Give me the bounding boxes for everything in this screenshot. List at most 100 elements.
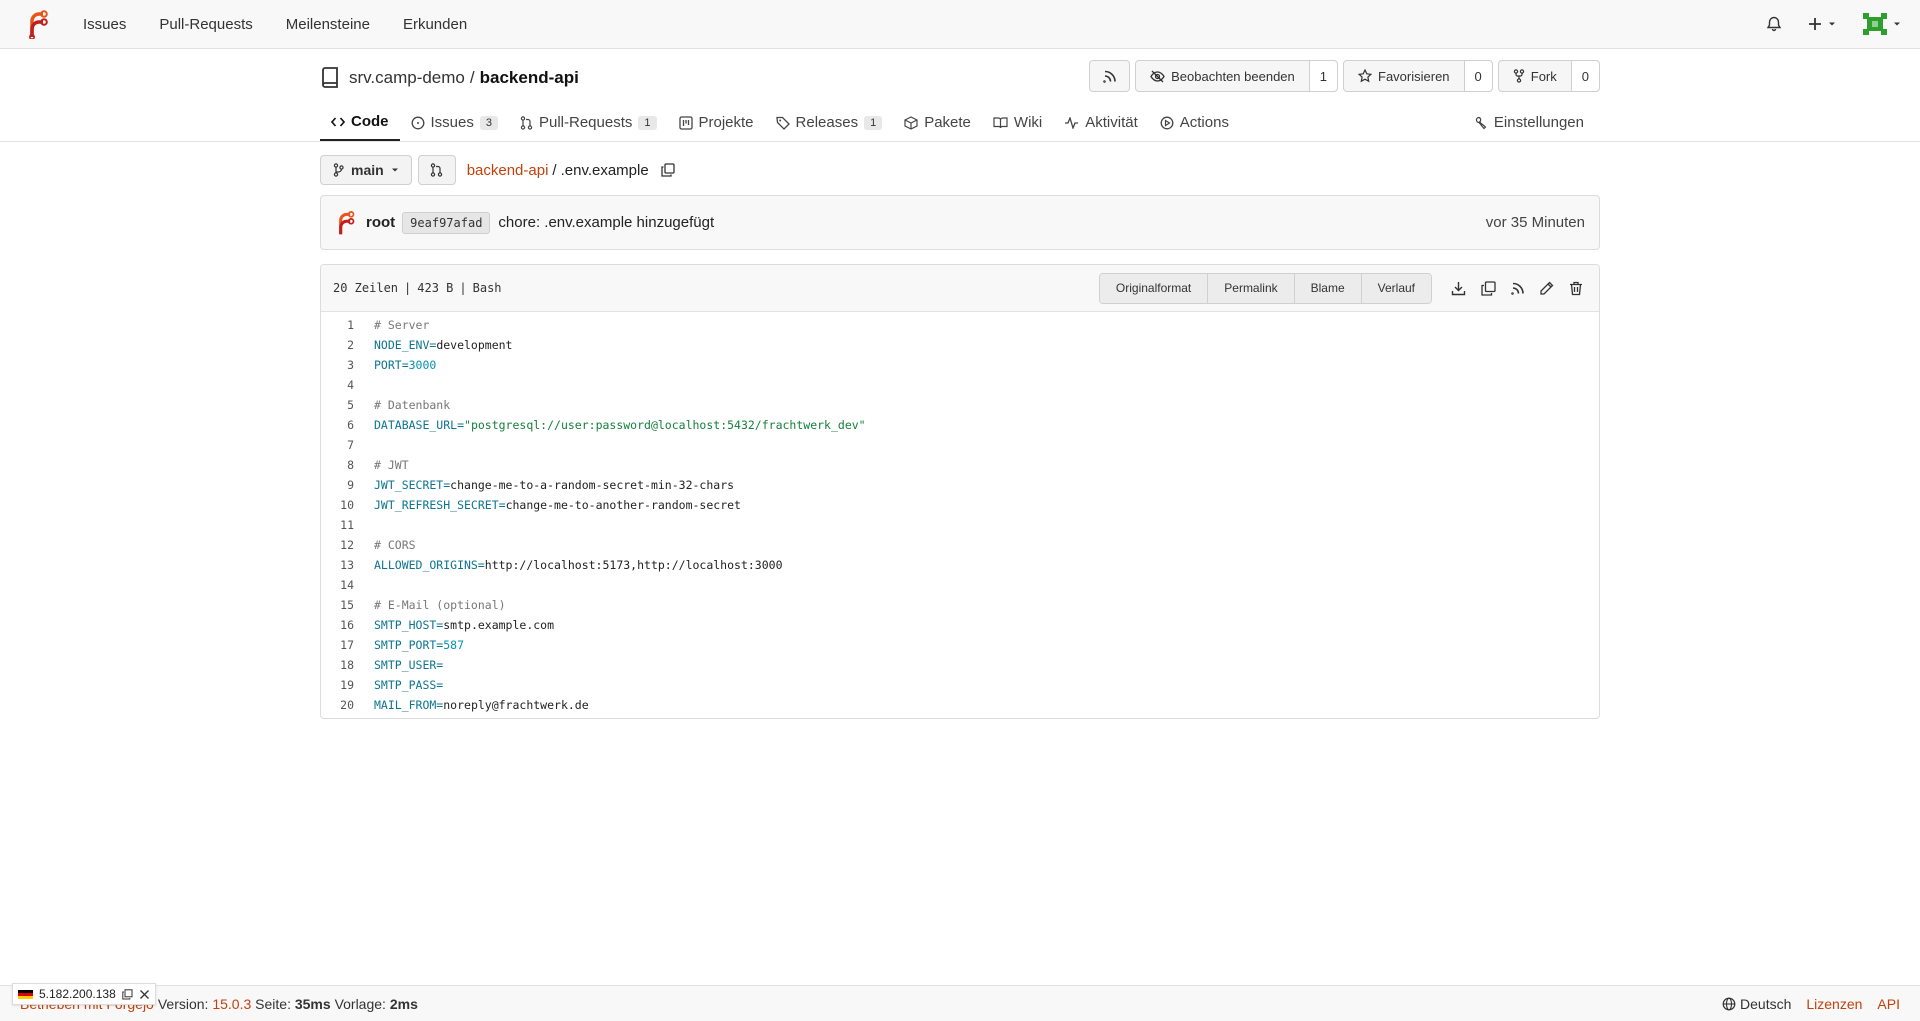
file-viewer: 20 Zeilen | 423 B | Bash Originalformat … — [320, 264, 1600, 719]
copy-path-icon[interactable] — [661, 163, 675, 177]
line-number[interactable]: 17 — [321, 638, 354, 652]
code-line: 9 JWT_SECRET=change-me-to-a-random-secret… — [321, 475, 1599, 495]
compare-button[interactable] — [417, 155, 456, 185]
line-number[interactable]: 11 — [321, 518, 354, 532]
code-line: 8 # JWT — [321, 455, 1599, 475]
nav-pull-requests[interactable]: Pull-Requests — [159, 16, 252, 33]
line-number[interactable]: 16 — [321, 618, 354, 632]
tab-wiki[interactable]: Wiki — [982, 104, 1053, 141]
line-code: # E-Mail (optional) — [374, 598, 506, 612]
line-code: # Datenbank — [374, 398, 451, 412]
raw-button[interactable]: Originalformat — [1099, 273, 1209, 303]
line-code: ALLOWED_ORIGINS=http://localhost:5173,ht… — [374, 558, 783, 572]
pulse-icon — [1065, 116, 1079, 129]
user-menu[interactable] — [1863, 13, 1902, 35]
file-header: 20 Zeilen | 423 B | Bash Originalformat … — [321, 265, 1599, 312]
repo-header: srv.camp-demo / backend-api Beobachten b… — [320, 49, 1600, 141]
project-icon — [678, 115, 693, 130]
line-number[interactable]: 1 — [321, 318, 354, 332]
download-icon[interactable] — [1451, 281, 1466, 296]
code-line: 17 SMTP_PORT=587 — [321, 635, 1599, 655]
line-number[interactable]: 12 — [321, 538, 354, 552]
copy-content-icon[interactable] — [1481, 280, 1496, 296]
create-new-menu[interactable] — [1808, 17, 1837, 31]
trash-icon[interactable] — [1569, 281, 1583, 296]
line-code: PORT=3000 — [374, 358, 437, 372]
tab-actions[interactable]: Actions — [1149, 104, 1240, 141]
licenses-link[interactable]: Lizenzen — [1806, 996, 1862, 1012]
line-code: # Server — [374, 318, 430, 332]
top-navbar: Issues Pull-Requests Meilensteine Erkund… — [0, 0, 1920, 49]
tab-projects[interactable]: Projekte — [668, 104, 765, 141]
history-button[interactable]: Verlauf — [1361, 273, 1431, 303]
commit-message[interactable]: chore: .env.example hinzugefügt — [498, 214, 714, 231]
line-code: NODE_ENV=development — [374, 338, 513, 352]
code-line: 20 MAIL_FROM=noreply@frachtwerk.de — [321, 695, 1599, 715]
line-number[interactable]: 7 — [321, 438, 354, 452]
api-link[interactable]: API — [1877, 996, 1900, 1012]
close-icon[interactable] — [139, 989, 150, 1000]
line-number[interactable]: 6 — [321, 418, 354, 432]
line-number[interactable]: 9 — [321, 478, 354, 492]
plus-icon — [1809, 18, 1821, 30]
star-count[interactable]: 0 — [1463, 61, 1492, 91]
rss-button[interactable] — [1089, 60, 1131, 92]
version-link[interactable]: 15.0.3 — [212, 996, 251, 1012]
language-selector[interactable]: Deutsch — [1722, 996, 1791, 1012]
line-code: DATABASE_URL="postgresql://user:password… — [374, 418, 866, 432]
author-avatar[interactable] — [335, 210, 357, 236]
line-number[interactable]: 4 — [321, 378, 354, 392]
line-number[interactable]: 20 — [321, 698, 354, 712]
commit-sha[interactable]: 9eaf97afad — [402, 211, 491, 234]
blame-button[interactable]: Blame — [1294, 273, 1362, 303]
line-number[interactable]: 2 — [321, 338, 354, 352]
play-circle-icon — [1160, 116, 1174, 129]
pull-request-icon — [520, 115, 533, 130]
bell-icon[interactable] — [1766, 16, 1782, 32]
issues-count-badge: 3 — [479, 115, 498, 130]
file-line-count: 20 Zeilen — [333, 281, 399, 295]
breadcrumb-repo-link[interactable]: backend-api — [467, 162, 549, 179]
tab-releases[interactable]: Releases 1 — [765, 104, 894, 141]
line-number[interactable]: 10 — [321, 498, 354, 512]
copy-icon[interactable] — [122, 988, 133, 1000]
line-number[interactable]: 18 — [321, 658, 354, 672]
rss-icon[interactable] — [1511, 282, 1524, 295]
forgejo-logo-icon[interactable] — [26, 9, 52, 39]
ip-address: 5.182.200.138 — [39, 987, 116, 1001]
tab-packages[interactable]: Pakete — [893, 104, 982, 141]
commit-author[interactable]: root — [366, 214, 395, 231]
repo-owner-link[interactable]: srv.camp-demo — [349, 68, 465, 88]
repo-name-link[interactable]: backend-api — [480, 68, 579, 88]
edit-pencil-icon[interactable] — [1539, 281, 1554, 296]
tab-activity[interactable]: Aktivität — [1053, 104, 1149, 141]
line-number[interactable]: 15 — [321, 598, 354, 612]
tab-settings[interactable]: Einstellungen — [1475, 104, 1584, 141]
line-number[interactable]: 19 — [321, 678, 354, 692]
eye-slash-icon — [1150, 70, 1165, 82]
line-number[interactable]: 8 — [321, 458, 354, 472]
line-number[interactable]: 3 — [321, 358, 354, 372]
line-number[interactable]: 5 — [321, 398, 354, 412]
tab-pull-requests[interactable]: Pull-Requests 1 — [509, 104, 668, 141]
main-content: main backend-api / .env.example root 9ea… — [320, 155, 1600, 719]
unwatch-button[interactable]: Beobachten beenden 1 — [1135, 60, 1338, 92]
nav-milestones[interactable]: Meilensteine — [286, 16, 370, 33]
line-number[interactable]: 13 — [321, 558, 354, 572]
page-footer: Betrieben mit Forgejo Version: 15.0.3 Se… — [0, 985, 1920, 1021]
branch-selector[interactable]: main — [320, 155, 412, 185]
line-number[interactable]: 14 — [321, 578, 354, 592]
caret-down-icon — [1894, 22, 1900, 26]
fork-count[interactable]: 0 — [1570, 61, 1599, 91]
nav-explore[interactable]: Erkunden — [403, 16, 467, 33]
issue-icon — [411, 116, 424, 129]
tab-code[interactable]: Code — [320, 104, 400, 141]
star-button[interactable]: Favorisieren 0 — [1343, 60, 1493, 92]
nav-issues[interactable]: Issues — [83, 16, 126, 33]
fork-button[interactable]: Fork 0 — [1497, 60, 1600, 92]
permalink-button[interactable]: Permalink — [1208, 273, 1295, 303]
tab-issues[interactable]: Issues 3 — [400, 104, 509, 141]
line-code: SMTP_PASS= — [374, 678, 444, 692]
watch-count[interactable]: 1 — [1308, 61, 1337, 91]
releases-count-badge: 1 — [864, 115, 883, 130]
